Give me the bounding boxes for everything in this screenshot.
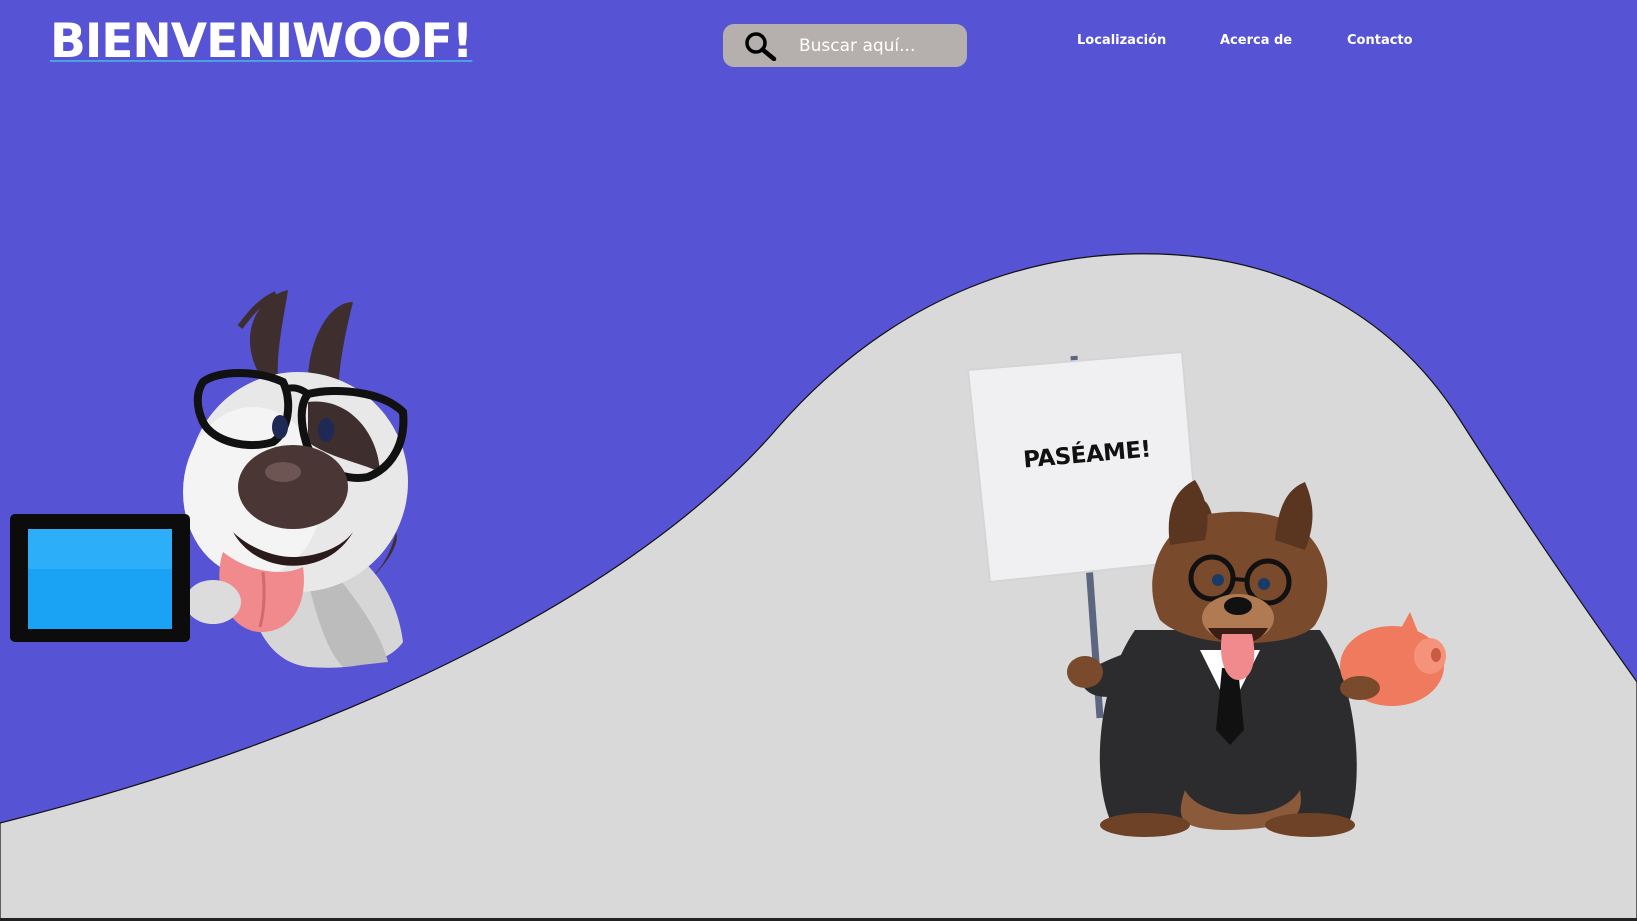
dog-in-suit-illustration: PASÉAME! xyxy=(960,350,1460,840)
dog-in-suit-graphic xyxy=(966,350,1446,837)
nav-link-localizacion[interactable]: Localización xyxy=(1077,33,1166,48)
landing-page: BIENVENIWOOF! Localización Acerca de Con… xyxy=(0,0,1637,921)
nav-link-acerca-de[interactable]: Acerca de xyxy=(1220,33,1292,48)
search-bar[interactable] xyxy=(723,24,967,67)
nav-link-contacto[interactable]: Contacto xyxy=(1347,33,1413,48)
site-logo[interactable]: BIENVENIWOOF! xyxy=(50,14,473,69)
dog-with-tablet-illustration xyxy=(10,290,408,668)
search-input[interactable] xyxy=(785,24,957,67)
search-icon[interactable] xyxy=(743,31,777,61)
